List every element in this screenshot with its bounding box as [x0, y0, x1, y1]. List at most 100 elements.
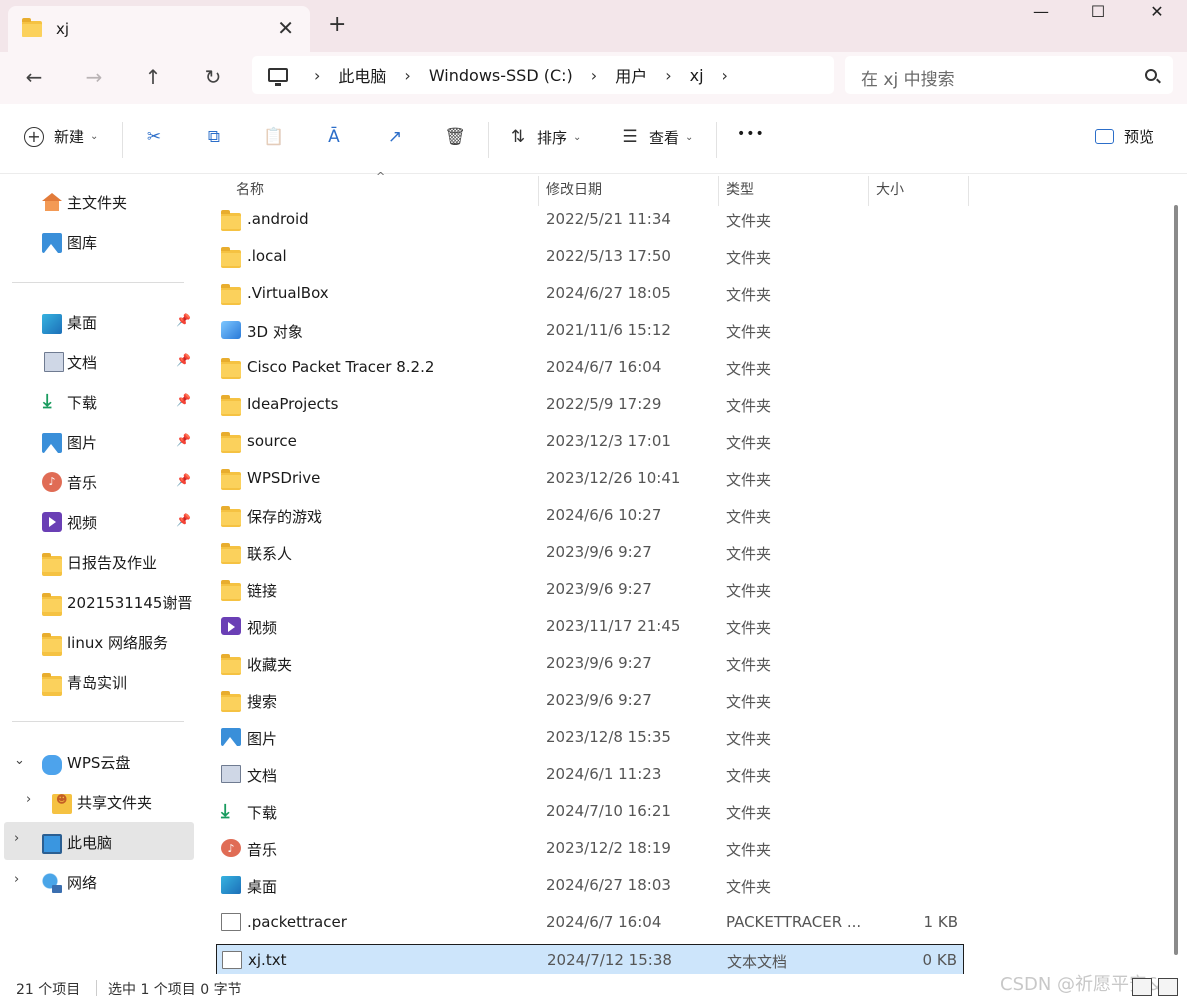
- new-tab-button[interactable]: +: [328, 12, 346, 37]
- close-window-button[interactable]: ✕: [1137, 2, 1177, 21]
- sidebar-item-home[interactable]: 主文件夹: [0, 183, 194, 221]
- sidebar-item-pictures[interactable]: 图片 📌: [0, 423, 194, 461]
- sidebar-item-label: 共享文件夹: [77, 794, 153, 812]
- file-row[interactable]: 视频 2023/11/17 21:45 文件夹: [216, 611, 964, 643]
- file-row[interactable]: 图片 2023/12/8 15:35 文件夹: [216, 722, 964, 754]
- preview-button[interactable]: 预览: [1095, 126, 1154, 147]
- sidebar-item-linux-network[interactable]: linux 网络服务: [0, 623, 194, 661]
- column-header-type[interactable]: 类型: [726, 174, 754, 206]
- breadcrumb-xj[interactable]: xj: [690, 66, 704, 85]
- sidebar-item-desktop[interactable]: 桌面 📌: [0, 303, 194, 341]
- more-button[interactable]: •••: [737, 126, 765, 142]
- file-row[interactable]: 文档 2024/6/1 11:23 文件夹: [216, 759, 964, 791]
- search-box[interactable]: 在 xj 中搜索: [845, 56, 1173, 94]
- sort-button[interactable]: ⇅ 排序 ⌄: [507, 126, 582, 148]
- breadcrumb-separator[interactable]: ›: [404, 66, 410, 85]
- breadcrumb-users[interactable]: 用户: [615, 63, 647, 87]
- breadcrumb-separator[interactable]: ›: [722, 66, 728, 85]
- new-button[interactable]: + 新建 ⌄: [24, 126, 98, 147]
- pin-icon[interactable]: 📌: [176, 313, 191, 327]
- copy-button[interactable]: ⧉: [203, 126, 225, 148]
- column-divider[interactable]: [718, 176, 719, 206]
- paste-button[interactable]: 📋: [263, 126, 285, 148]
- file-row[interactable]: .local 2022/5/13 17:50 文件夹: [216, 241, 964, 273]
- column-header-date[interactable]: 修改日期: [546, 174, 602, 206]
- tiles-view-button[interactable]: [1158, 978, 1178, 996]
- file-row[interactable]: 链接 2023/9/6 9:27 文件夹: [216, 574, 964, 606]
- details-view-button[interactable]: [1132, 978, 1152, 996]
- sidebar-item-qingdao-training[interactable]: 青岛实训: [0, 663, 194, 701]
- chevron-right-icon[interactable]: ›: [14, 872, 19, 887]
- sidebar-item-network[interactable]: › 网络: [0, 863, 194, 901]
- file-row[interactable]: WPSDrive 2023/12/26 10:41 文件夹: [216, 463, 964, 495]
- file-row[interactable]: xj.txt 2024/7/12 15:38 文本文档 0 KB: [216, 944, 964, 976]
- column-divider[interactable]: [868, 176, 869, 206]
- file-row[interactable]: 保存的游戏 2024/6/6 10:27 文件夹: [216, 500, 964, 532]
- file-row[interactable]: 3D 对象 2021/11/6 15:12 文件夹: [216, 315, 964, 347]
- close-tab-icon[interactable]: ✕: [277, 16, 294, 40]
- chevron-right-icon[interactable]: ›: [26, 792, 31, 807]
- search-icon[interactable]: [1145, 69, 1157, 81]
- sidebar-item-gallery[interactable]: 图库: [0, 223, 194, 261]
- share-button[interactable]: ↗: [384, 126, 406, 148]
- sidebar-item-music[interactable]: ♪ 音乐 📌: [0, 463, 194, 501]
- file-row[interactable]: ⤓ 下载 2024/7/10 16:21 文件夹: [216, 796, 964, 828]
- refresh-button[interactable]: ↻: [195, 62, 231, 92]
- pin-icon[interactable]: 📌: [176, 513, 191, 527]
- vertical-scrollbar[interactable]: [1174, 205, 1178, 955]
- pin-icon[interactable]: 📌: [176, 473, 191, 487]
- file-type: 文件夹: [726, 434, 772, 452]
- file-row[interactable]: IdeaProjects 2022/5/9 17:29 文件夹: [216, 389, 964, 421]
- file-row[interactable]: source 2023/12/3 17:01 文件夹: [216, 426, 964, 458]
- file-row[interactable]: ♪ 音乐 2023/12/2 18:19 文件夹: [216, 833, 964, 865]
- chevron-down-icon[interactable]: ⌄: [14, 753, 25, 768]
- sidebar-item-downloads[interactable]: ⤓ 下载 📌: [0, 383, 194, 421]
- sidebar-item-this-pc[interactable]: › 此电脑: [4, 822, 194, 860]
- sort-label: 排序: [537, 128, 568, 147]
- breadcrumb-separator[interactable]: ›: [665, 66, 671, 85]
- file-row[interactable]: 联系人 2023/9/6 9:27 文件夹: [216, 537, 964, 569]
- breadcrumb-this-pc[interactable]: 此电脑: [338, 63, 386, 87]
- file-date: 2023/12/8 15:35: [546, 728, 671, 746]
- file-row[interactable]: .packettracer 2024/6/7 16:04 PACKETTRACER …: [216, 907, 964, 939]
- file-date: 2023/12/26 10:41: [546, 469, 681, 487]
- address-bar[interactable]: › 此电脑 › Windows-SSD (C:) › 用户 › xj ›: [252, 56, 834, 94]
- file-name: 视频: [247, 619, 278, 637]
- breadcrumb-separator[interactable]: ›: [591, 66, 597, 85]
- column-header-size[interactable]: 大小: [876, 174, 904, 206]
- file-row[interactable]: Cisco Packet Tracer 8.2.2 2024/6/7 16:04 文…: [216, 352, 964, 384]
- up-button[interactable]: ↑: [135, 62, 171, 92]
- sidebar-item-documents[interactable]: 文档 📌: [0, 343, 194, 381]
- file-row[interactable]: 搜索 2023/9/6 9:27 文件夹: [216, 685, 964, 717]
- sidebar-item-wps-cloud[interactable]: ⌄ WPS云盘: [0, 743, 194, 781]
- file-row[interactable]: 收藏夹 2023/9/6 9:27 文件夹: [216, 648, 964, 680]
- sidebar-item-shared-folder[interactable]: › 共享文件夹: [0, 783, 194, 821]
- column-divider[interactable]: [968, 176, 969, 206]
- chevron-right-icon[interactable]: ›: [14, 831, 19, 846]
- column-divider[interactable]: [538, 176, 539, 206]
- file-row[interactable]: .VirtualBox 2024/6/27 18:05 文件夹: [216, 278, 964, 310]
- pin-icon[interactable]: 📌: [176, 353, 191, 367]
- cut-button[interactable]: ✂: [143, 126, 165, 148]
- delete-button[interactable]: 🗑: [444, 126, 466, 148]
- pin-icon[interactable]: 📌: [176, 393, 191, 407]
- back-button[interactable]: ←: [16, 62, 52, 92]
- rename-button[interactable]: Ā: [323, 126, 345, 148]
- sidebar-item-videos[interactable]: 视频 📌: [0, 503, 194, 541]
- forward-button[interactable]: →: [76, 62, 112, 92]
- maximize-button[interactable]: ☐: [1078, 2, 1118, 21]
- rename-icon: Ā: [328, 127, 340, 147]
- file-row[interactable]: .android 2022/5/21 11:34 文件夹: [216, 204, 964, 236]
- file-date: 2024/6/7 16:04: [546, 913, 662, 931]
- file-row[interactable]: 桌面 2024/6/27 18:03 文件夹: [216, 870, 964, 902]
- sidebar-item-2021531145[interactable]: 2021531145谢晋: [0, 583, 194, 621]
- breadcrumb-drive[interactable]: Windows-SSD (C:): [429, 66, 573, 85]
- sidebar-item-daily-reports[interactable]: 日报告及作业: [0, 543, 194, 581]
- tab-xj[interactable]: xj ✕: [8, 6, 310, 52]
- pin-icon[interactable]: 📌: [176, 433, 191, 447]
- breadcrumb-separator: ›: [314, 65, 321, 85]
- view-button[interactable]: ☰ 查看 ⌄: [619, 126, 693, 148]
- column-header-name[interactable]: 名称: [236, 174, 264, 206]
- file-name: 下载: [247, 804, 278, 822]
- minimize-button[interactable]: —: [1021, 2, 1061, 21]
